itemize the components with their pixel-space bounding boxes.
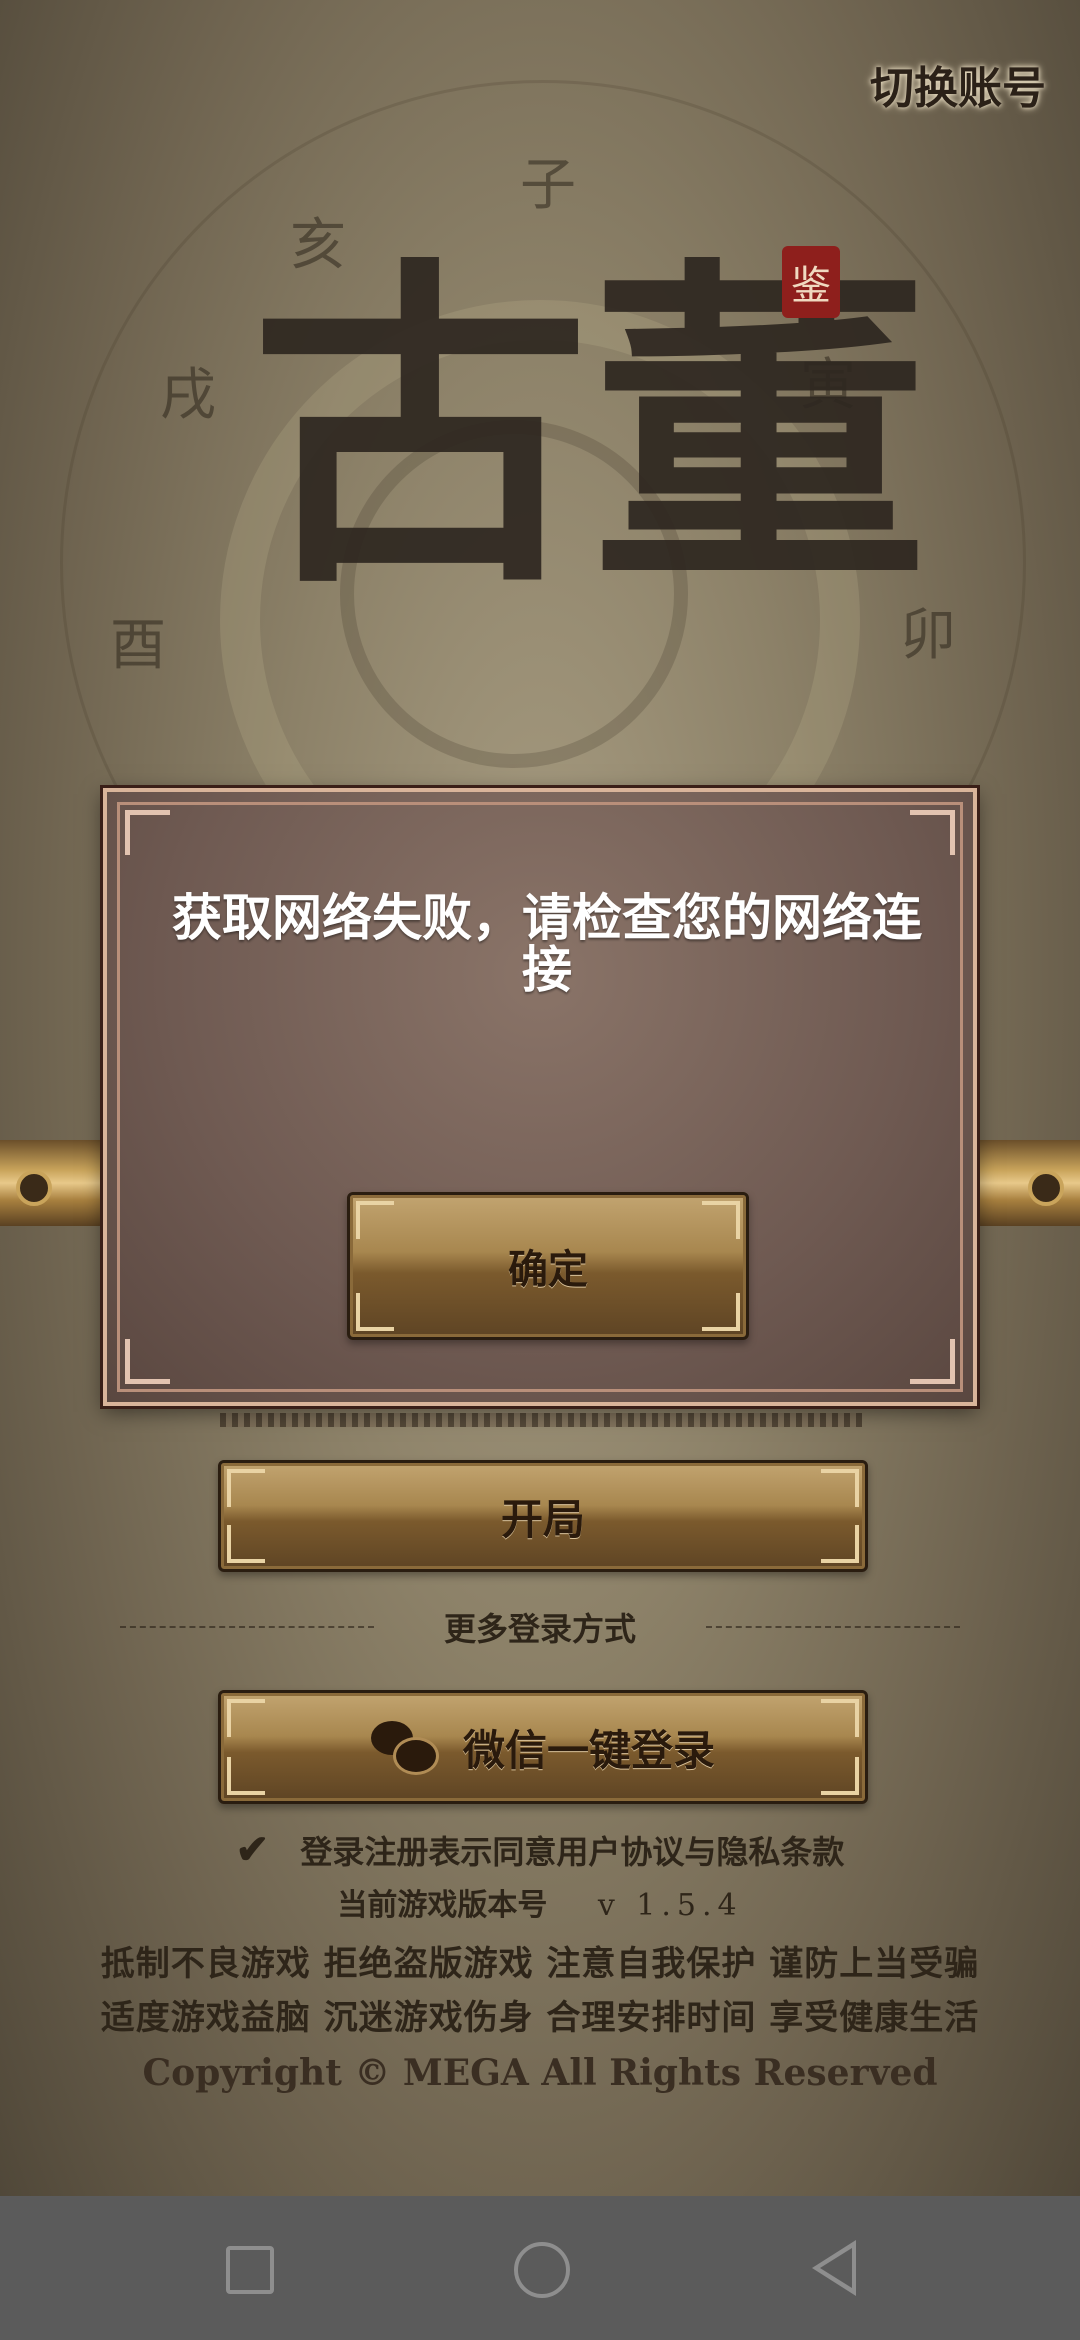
circle-icon[interactable] [514, 2242, 570, 2298]
triangle-back-icon[interactable] [812, 2240, 856, 2296]
copyright-text: Copyright © MEGA All Rights Reserved [142, 2052, 938, 2094]
corner-ornament [821, 1525, 859, 1563]
more-login-divider: 更多登录方式 [0, 1604, 1080, 1650]
agreement-row[interactable]: ✔ 登录注册表示同意用户协议与隐私条款 [0, 1826, 1080, 1873]
wechat-login-button[interactable]: 微信一键登录 [218, 1690, 868, 1804]
version-value: v 1.5.4 [597, 1888, 743, 1923]
dialog-corner-ornament [910, 810, 955, 855]
dialog-corner-ornament [125, 810, 170, 855]
health-notice-line-2: 适度游戏益脑 沉迷游戏伤身 合理安排时间 享受健康生活 [100, 1998, 980, 2038]
zodiac-char-zi: 子 [520, 153, 576, 218]
confirm-label: 确定 [508, 1246, 588, 1293]
corner-ornament [356, 1201, 394, 1239]
corner-ornament [356, 1293, 394, 1331]
corner-ornament [821, 1699, 859, 1737]
corner-ornament [702, 1201, 740, 1239]
red-seal-stamp: 鉴 [782, 246, 840, 318]
zodiac-char-xu: 戌 [160, 363, 216, 428]
corner-ornament [821, 1469, 859, 1507]
corner-ornament [227, 1469, 265, 1507]
dialog-corner-ornament [125, 1339, 170, 1384]
start-game-button[interactable]: 开局 [218, 1460, 868, 1572]
checkmark-icon[interactable]: ✔ [236, 1826, 270, 1873]
corner-ornament [702, 1293, 740, 1331]
network-error-dialog: 获取网络失败，请检查您的网络连接 确定 [100, 785, 980, 1409]
rod-knob-left [16, 1170, 52, 1206]
health-notice-line-1: 抵制不良游戏 拒绝盗版游戏 注意自我保护 谨防上当受骗 [100, 1944, 980, 1984]
switch-account-button[interactable]: 切换账号 [870, 52, 1046, 116]
corner-ornament [821, 1757, 859, 1795]
game-login-screen: 子 亥 戌 寅 酉 卯 古董 鉴 切换账号 开局 更多登录方式 微信一键登录 ✔… [0, 0, 1080, 2340]
ornament-strip [220, 1413, 862, 1427]
corner-ornament [227, 1699, 265, 1737]
system-navigation-bar [0, 2196, 1080, 2340]
zodiac-char-you: 酉 [110, 613, 166, 678]
more-login-label: 更多登录方式 [443, 1610, 636, 1648]
start-game-label: 开局 [500, 1494, 585, 1544]
square-icon[interactable] [226, 2246, 274, 2294]
dialog-message: 获取网络失败，请检查您的网络连接 [172, 888, 922, 999]
wechat-icon [370, 1721, 439, 1775]
corner-ornament [227, 1525, 265, 1563]
confirm-button[interactable]: 确定 [347, 1192, 749, 1340]
version-label: 当前游戏版本号 [337, 1888, 548, 1923]
wechat-login-label: 微信一键登录 [462, 1725, 715, 1775]
rod-knob-right [1028, 1170, 1064, 1206]
dialog-corner-ornament [910, 1339, 955, 1384]
divider-line-left [120, 1626, 374, 1628]
divider-line-right [706, 1626, 960, 1628]
version-row: 当前游戏版本号 v 1.5.4 [0, 1880, 1080, 1924]
corner-ornament [227, 1757, 265, 1795]
agreement-text: 登录注册表示同意用户协议与隐私条款 [300, 1833, 845, 1871]
